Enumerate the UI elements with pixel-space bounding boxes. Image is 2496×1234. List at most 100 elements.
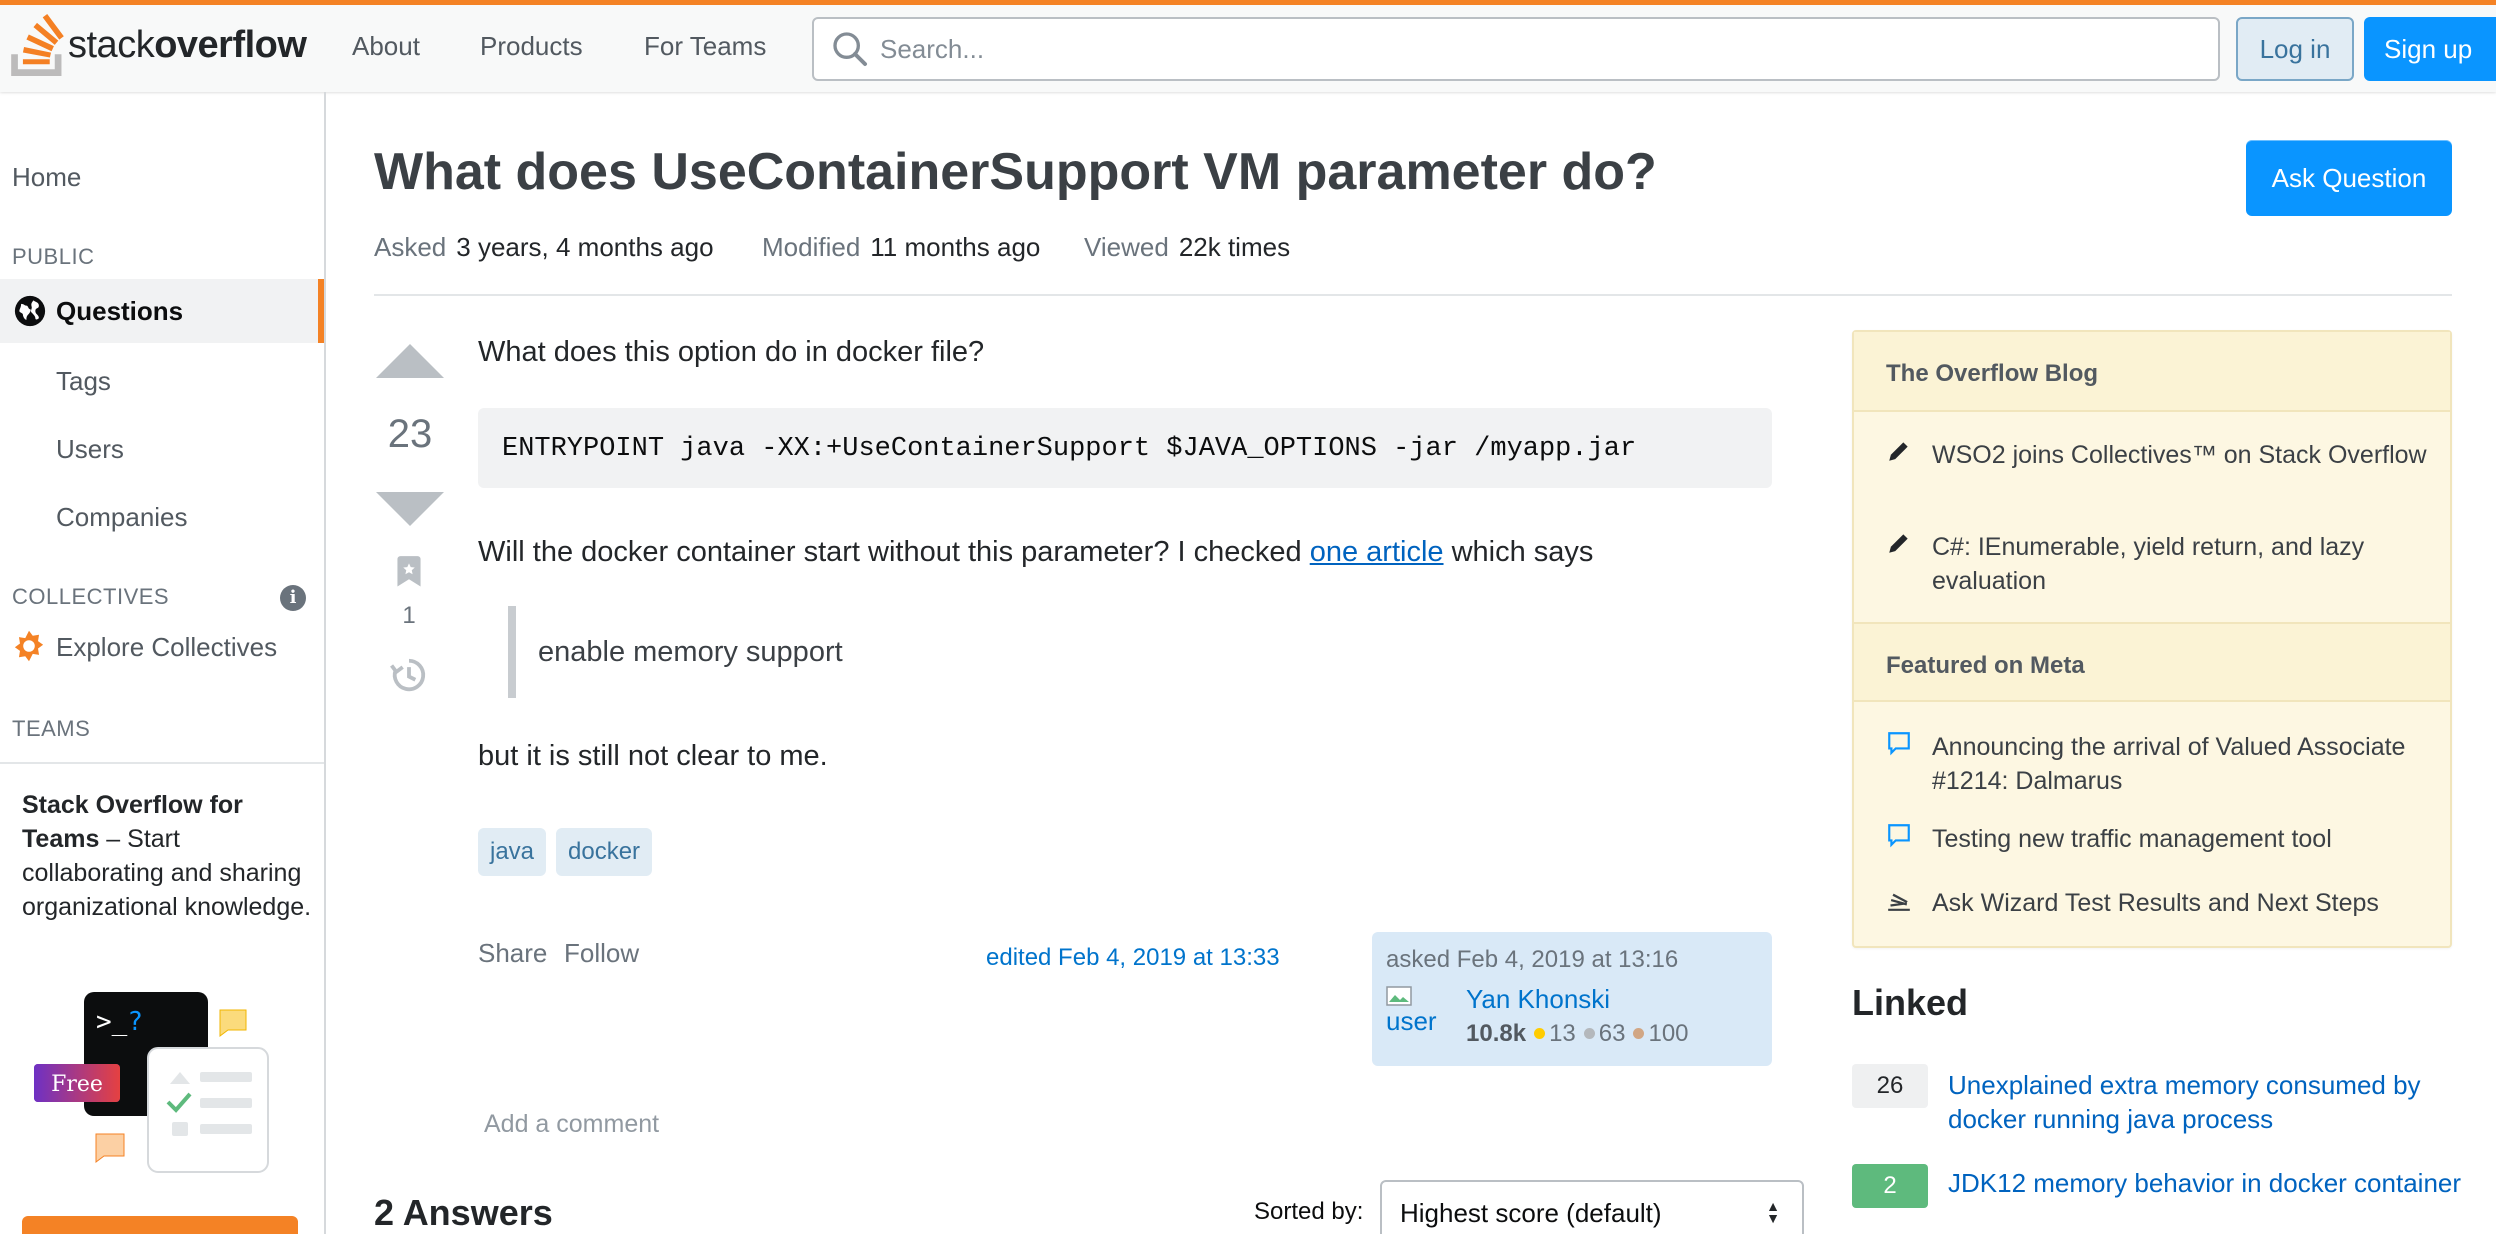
meta-asked-label: Asked [374, 232, 447, 262]
bronze-badge-count: 100 [1648, 1020, 1689, 1047]
sidebar-item-label: Questions [56, 296, 184, 326]
tag-java[interactable]: java [478, 828, 547, 876]
stack-exchange-icon [1888, 893, 1910, 911]
info-icon[interactable]: i [280, 585, 306, 611]
share-link[interactable]: Share [478, 938, 547, 969]
sidebar-item-companies[interactable]: Companies [56, 502, 188, 533]
question-title[interactable]: What does UseContainerSupport VM paramet… [374, 142, 1657, 202]
sidebar-item-explore-collectives[interactable]: Explore Collectives [56, 632, 277, 663]
meta-viewed-label: Viewed [1084, 232, 1169, 262]
meta-viewed: Viewed 22k times [1084, 232, 1290, 263]
sidebar-item-tags[interactable]: Tags [56, 366, 111, 397]
paragraph-text: Will the docker container start without … [478, 536, 1310, 568]
meta-viewed-value: 22k times [1178, 232, 1291, 262]
sidebar-section-teams: TEAMS [12, 716, 91, 741]
meta-asked: Asked 3 years, 4 months ago [374, 232, 714, 263]
sidebar-item-questions[interactable]: Questions [0, 279, 324, 343]
collectives-icon [14, 630, 44, 662]
upvote-button[interactable] [376, 344, 444, 378]
search-box[interactable] [812, 17, 2220, 81]
search-input[interactable] [880, 33, 2218, 65]
user-reputation: 10.8k 13 63 100 [1466, 1020, 1689, 1048]
logo-text-bold: overflow [154, 23, 307, 66]
silver-badge-icon [1583, 1028, 1595, 1040]
reputation-score: 10.8k [1466, 1020, 1527, 1047]
sidebar-section-public: PUBLIC [12, 244, 95, 269]
blockquote-bar [508, 606, 516, 698]
meta-modified: Modified 11 months ago [762, 232, 1040, 263]
edited-link[interactable]: edited Feb 4, 2019 at 13:33 [986, 944, 1280, 972]
question-body-closing: but it is still not clear to me. [478, 740, 828, 772]
blog-item-link[interactable]: C#: IEnumerable, yield return, and lazy … [1932, 530, 2432, 598]
signup-button[interactable]: Sign up [2364, 17, 2496, 81]
sort-label: Sorted by: [1254, 1198, 1364, 1225]
nav-for-teams[interactable]: For Teams [644, 31, 766, 62]
top-bar: stackoverflow About Products For Teams L… [0, 0, 2496, 92]
bookmark-icon[interactable] [396, 556, 422, 588]
ask-question-button[interactable]: Ask Question [2246, 140, 2452, 216]
divider [374, 294, 2452, 296]
overflow-blog-widget: The Overflow Blog WSO2 joins Collectives… [1852, 330, 2452, 948]
teams-create-button[interactable] [22, 1216, 298, 1234]
follow-link[interactable]: Follow [564, 938, 639, 969]
silver-badge-count: 63 [1598, 1020, 1626, 1047]
sort-selected-value: Highest score (default) [1400, 1198, 1662, 1228]
gold-badge-icon [1534, 1028, 1546, 1040]
meta-modified-label: Modified [762, 232, 861, 262]
linked-score: 26 [1852, 1064, 1928, 1108]
pencil-icon [1889, 534, 1908, 553]
meta-item-link[interactable]: Ask Wizard Test Results and Next Steps [1932, 886, 2432, 920]
globe-icon [14, 295, 46, 327]
meta-asked-value[interactable]: 3 years, 4 months ago [456, 232, 713, 262]
stack-logo-icon [11, 14, 64, 76]
sidebar-section-collectives: COLLECTIVES [12, 584, 170, 609]
nav-about[interactable]: About [352, 31, 420, 62]
avatar-alt-text: user [1386, 1006, 1437, 1036]
divider [0, 762, 324, 764]
logo-text-light: stack [68, 23, 155, 66]
chat-bubble-icon [1888, 824, 1910, 848]
linked-question-link[interactable]: Unexplained extra memory consumed by doc… [1948, 1068, 2468, 1136]
linked-score: 2 [1852, 1164, 1928, 1208]
paragraph-text: which says [1443, 536, 1594, 568]
teams-illustration: >_? Free [34, 992, 269, 1173]
select-arrows-icon: ▲ ▼ [1766, 1198, 1780, 1226]
meta-item-link[interactable]: Testing new traffic management tool [1932, 822, 2432, 856]
avatar[interactable]: user [1386, 986, 1438, 1038]
stackoverflow-logo[interactable]: stackoverflow [10, 13, 330, 77]
downvote-button[interactable] [376, 492, 444, 526]
user-name-link[interactable]: Yan Khonski [1466, 984, 1610, 1015]
article-link[interactable]: one article [1310, 536, 1444, 568]
sidebar-item-home[interactable]: Home [12, 162, 81, 193]
user-card: asked Feb 4, 2019 at 13:16 user Yan Khon… [1372, 932, 1772, 1066]
linked-question-link[interactable]: JDK12 memory behavior in docker containe… [1948, 1166, 2468, 1200]
vote-count: 23 [387, 412, 433, 456]
chat-bubble-icon [1888, 732, 1910, 756]
bronze-badge-icon [1633, 1028, 1645, 1040]
question-body-paragraph: Will the docker container start without … [478, 536, 1593, 569]
pencil-icon [1889, 442, 1908, 461]
asked-timestamp: asked Feb 4, 2019 at 13:16 [1386, 946, 1679, 973]
broken-image-icon [1386, 986, 1412, 1006]
meta-item-link[interactable]: Announcing the arrival of Valued Associa… [1932, 730, 2432, 798]
question-body-intro: What does this option do in docker file? [478, 336, 985, 368]
gold-badge-count: 13 [1549, 1020, 1576, 1047]
history-icon[interactable] [390, 656, 428, 694]
blog-heading: The Overflow Blog [1854, 332, 2450, 412]
code-block: ENTRYPOINT java -XX:+UseContainerSupport… [478, 408, 1772, 488]
blog-item-link[interactable]: WSO2 joins Collectives™ on Stack Overflo… [1932, 438, 2432, 472]
teams-promo: Stack Overflow for Teams – Start collabo… [22, 788, 312, 924]
nav-products[interactable]: Products [480, 31, 583, 62]
search-icon [833, 32, 867, 66]
left-sidebar: Home PUBLIC Questions Tags Users Compani… [0, 92, 326, 1234]
meta-heading: Featured on Meta [1854, 622, 2450, 702]
tag-docker[interactable]: docker [556, 828, 653, 876]
answers-heading: 2 Answers [374, 1192, 553, 1233]
meta-modified-value[interactable]: 11 months ago [870, 232, 1040, 262]
linked-heading: Linked [1852, 982, 1969, 1023]
sidebar-item-users[interactable]: Users [56, 434, 124, 465]
login-button[interactable]: Log in [2236, 17, 2354, 81]
free-badge: Free [51, 1072, 103, 1097]
sort-select[interactable]: Highest score (default) ▲ ▼ [1380, 1180, 1804, 1234]
add-comment-link[interactable]: Add a comment [484, 1110, 659, 1139]
